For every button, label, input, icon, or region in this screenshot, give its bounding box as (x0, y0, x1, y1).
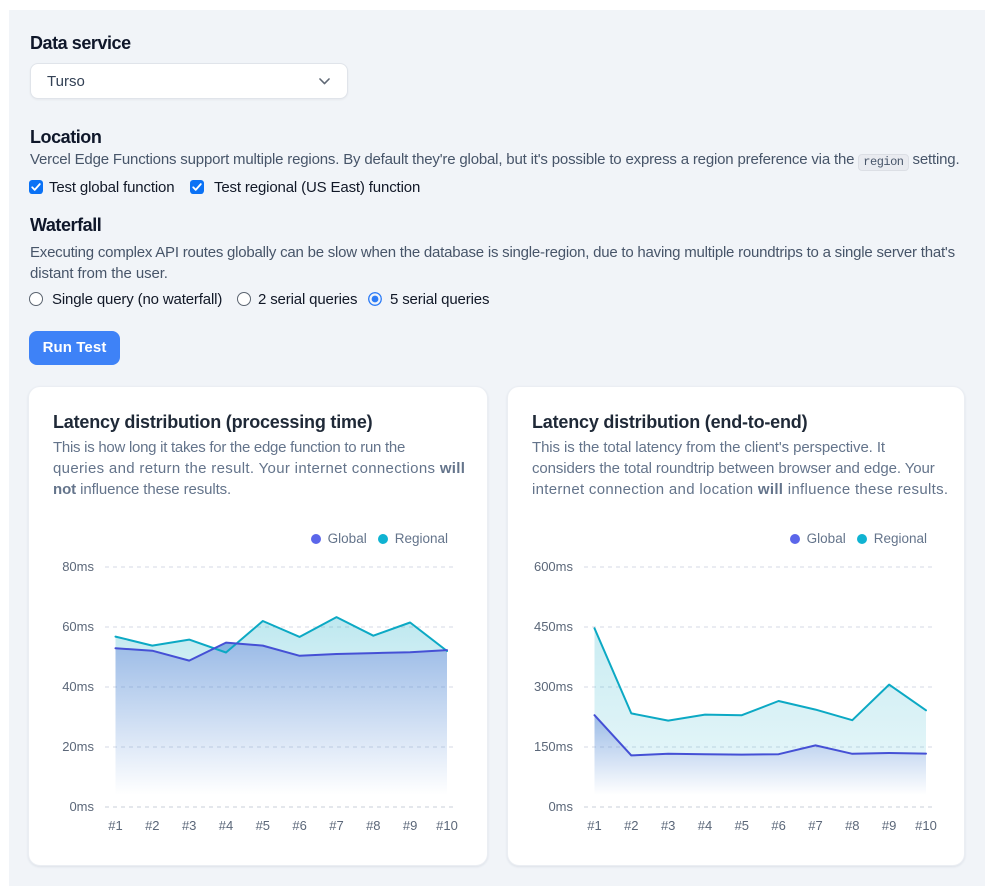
svg-text:#9: #9 (403, 818, 417, 833)
svg-text:40ms: 40ms (62, 679, 94, 694)
svg-text:#9: #9 (882, 818, 896, 833)
svg-text:#10: #10 (915, 818, 937, 833)
svg-text:#4: #4 (698, 818, 712, 833)
svg-text:0ms: 0ms (69, 799, 94, 814)
svg-text:300ms: 300ms (534, 679, 574, 694)
svg-text:60ms: 60ms (62, 619, 94, 634)
svg-text:#10: #10 (436, 818, 458, 833)
svg-text:#5: #5 (735, 818, 749, 833)
svg-text:#4: #4 (219, 818, 233, 833)
svg-text:#7: #7 (329, 818, 343, 833)
svg-text:80ms: 80ms (62, 559, 94, 574)
svg-text:#8: #8 (845, 818, 859, 833)
svg-text:#7: #7 (808, 818, 822, 833)
svg-text:450ms: 450ms (534, 619, 574, 634)
svg-text:#3: #3 (661, 818, 675, 833)
svg-text:#1: #1 (108, 818, 122, 833)
svg-text:#3: #3 (182, 818, 196, 833)
svg-text:150ms: 150ms (534, 739, 574, 754)
svg-text:#6: #6 (292, 818, 306, 833)
svg-text:#2: #2 (145, 818, 159, 833)
svg-text:600ms: 600ms (534, 559, 574, 574)
svg-text:#8: #8 (366, 818, 380, 833)
svg-text:#1: #1 (587, 818, 601, 833)
svg-text:20ms: 20ms (62, 739, 94, 754)
svg-text:0ms: 0ms (548, 799, 573, 814)
svg-text:#2: #2 (624, 818, 638, 833)
svg-text:#6: #6 (771, 818, 785, 833)
svg-text:#5: #5 (256, 818, 270, 833)
